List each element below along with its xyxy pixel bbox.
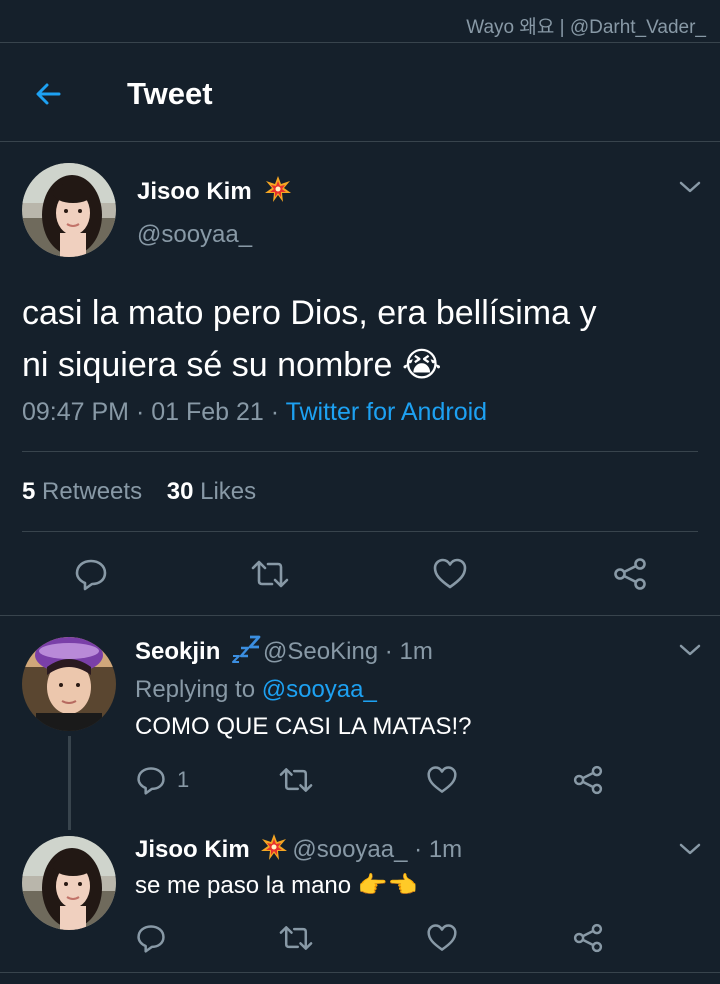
chevron-down-icon[interactable]	[679, 643, 701, 657]
tweet-meta: 09:47 PM · 01 Feb 21 · Twitter for Andro…	[22, 398, 487, 427]
retweet-count: 5	[22, 478, 36, 505]
header-divider	[0, 141, 720, 142]
timestamp: 09:47 PM · 01 Feb 21 ·	[22, 398, 286, 426]
author-name[interactable]: Seokjin	[135, 638, 220, 665]
replying-prefix: Replying to	[135, 676, 262, 703]
engagement-stats: 5 Retweets 30 Likes	[22, 478, 256, 506]
collision-badge-icon	[260, 833, 288, 868]
tweet-text-content: ni siquiera sé su nombre	[22, 346, 393, 384]
stats-divider	[22, 531, 698, 532]
reply-text: se me paso la mano 👉👈	[135, 871, 418, 900]
avatar[interactable]	[22, 836, 116, 930]
thread-line	[68, 736, 71, 830]
tweet-text: casi la mato pero Dios, era bellísima y …	[22, 287, 702, 391]
status-divider	[0, 42, 720, 43]
zzz-sleeping-icon	[231, 634, 261, 671]
chevron-down-icon[interactable]	[679, 842, 701, 856]
author-handle[interactable]: @SeoKing	[263, 638, 378, 665]
reply-icon[interactable]	[135, 764, 167, 796]
retweet-label: Retweets	[35, 478, 143, 505]
pointing-fingers-emoji: 👉👈	[357, 872, 418, 899]
source-link[interactable]: Twitter for Android	[286, 398, 487, 426]
author-name[interactable]: Jisoo Kim	[135, 836, 250, 863]
collision-badge-icon	[264, 175, 292, 210]
reply-header: Jisoo Kim @sooyaa_ · 1m	[135, 833, 462, 868]
tweet-text-line: ni siquiera sé su nombre 😭	[22, 339, 702, 391]
meta-divider	[22, 451, 698, 452]
reply-time: · 1m	[407, 835, 463, 863]
reply-icon[interactable]	[73, 556, 109, 592]
crying-face-emoji: 😭	[401, 346, 442, 384]
retweet-icon[interactable]	[278, 764, 314, 796]
author-handle[interactable]: @sooyaa_	[292, 836, 407, 863]
page-title: Tweet	[127, 76, 213, 111]
share-icon[interactable]	[572, 764, 604, 796]
header-bar: Tweet	[0, 60, 720, 130]
share-icon[interactable]	[612, 556, 648, 592]
reply-count: 1	[177, 767, 190, 792]
avatar[interactable]	[22, 637, 116, 731]
back-arrow-icon[interactable]	[32, 78, 64, 110]
share-icon[interactable]	[572, 922, 604, 954]
reply-text-content: se me paso la mano	[135, 872, 352, 899]
retweet-icon[interactable]	[250, 556, 290, 592]
author-name[interactable]: Jisoo Kim	[137, 178, 252, 205]
author-row: Jisoo Kim	[137, 175, 292, 210]
retweet-icon[interactable]	[278, 922, 314, 954]
replying-handle[interactable]: @sooyaa_	[262, 676, 377, 703]
avatar[interactable]	[22, 163, 116, 257]
reply-icon[interactable]	[135, 922, 167, 954]
like-count: 30	[166, 478, 194, 505]
heart-icon[interactable]	[426, 764, 458, 796]
likes-stat[interactable]: 30 Likes	[167, 478, 256, 505]
tweet-text-line: casi la mato pero Dios, era bellísima y	[22, 294, 597, 332]
actions-divider	[0, 615, 720, 616]
retweets-stat[interactable]: 5 Retweets	[22, 478, 142, 505]
watermark: Wayo 왜요 | @Darht_Vader_	[466, 17, 706, 38]
heart-icon[interactable]	[432, 556, 468, 592]
reply-text: COMO QUE CASI LA MATAS!?	[135, 713, 472, 740]
like-label: Likes	[193, 478, 257, 505]
chevron-down-icon[interactable]	[679, 180, 701, 194]
reply-time: · 1m	[378, 637, 433, 665]
reply-header: Seokjin @SeoKing · 1m	[135, 634, 433, 671]
replying-to: Replying to @sooyaa_	[135, 676, 377, 704]
author-handle[interactable]: @sooyaa_	[137, 221, 252, 249]
heart-icon[interactable]	[426, 922, 458, 954]
bottom-divider	[0, 972, 720, 973]
